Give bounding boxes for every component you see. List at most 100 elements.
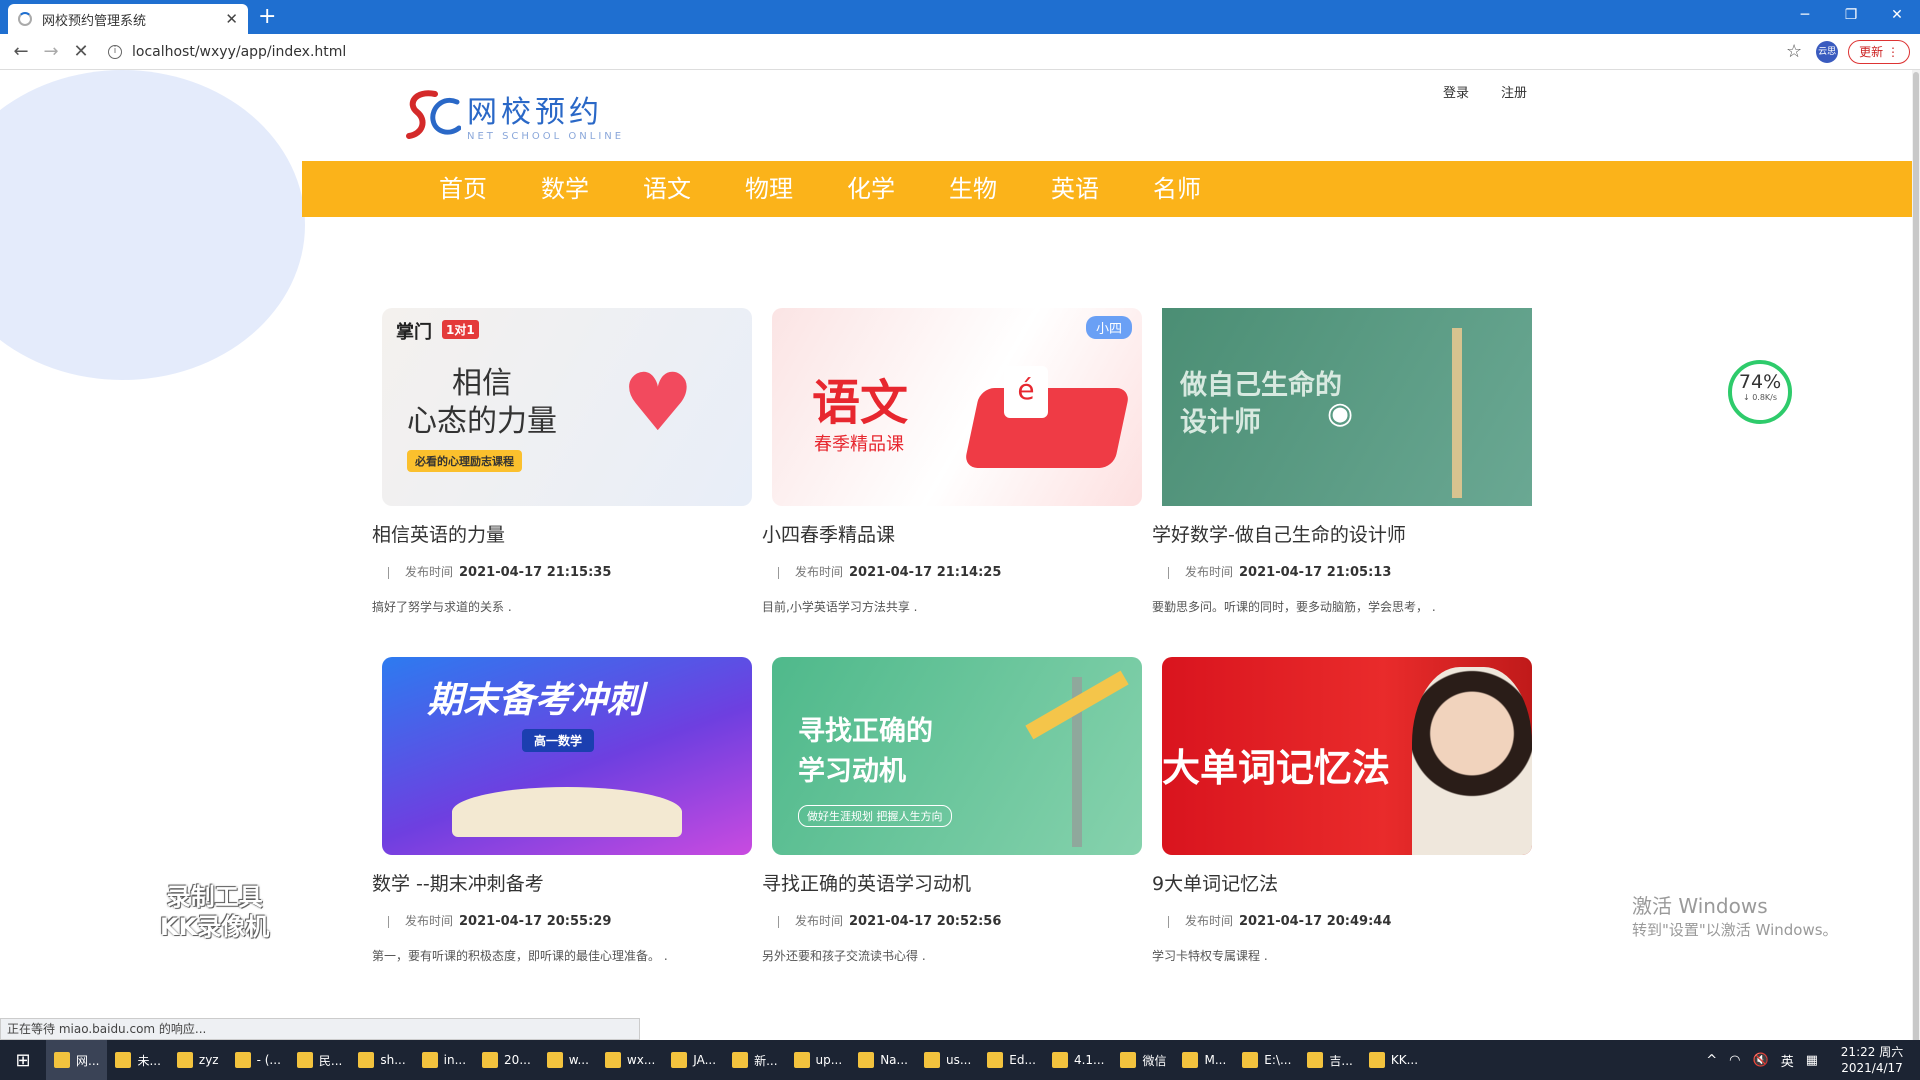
course-card[interactable]: 做自己生命的 设计师 ◉ 学好数学-做自己生命的设计师 发布时间 2021-04-… [1152, 308, 1532, 615]
course-title[interactable]: 相信英语的力量 [372, 520, 752, 547]
browser-tab[interactable]: 网校预约管理系统 ✕ [8, 4, 248, 34]
publish-meta: 发布时间 2021-04-17 21:05:13 [1152, 563, 1532, 580]
taskbar-item[interactable]: up... [786, 1040, 851, 1080]
restore-icon[interactable]: ❐ [1828, 0, 1874, 30]
taskbar-item[interactable]: M... [1174, 1040, 1234, 1080]
new-tab-icon[interactable]: + [258, 4, 276, 30]
extension-avatar-icon[interactable]: 云思 [1816, 40, 1839, 63]
close-tab-icon[interactable]: ✕ [225, 10, 238, 28]
taskbar-item[interactable]: wx... [597, 1040, 663, 1080]
course-card[interactable]: 掌门 1对1 相信 心态的力量 必看的心理励志课程 ♥ 相信英语的力量 发布时间… [372, 308, 752, 615]
thumb-brand: 掌门 [396, 322, 432, 343]
course-thumbnail[interactable]: 做自己生命的 设计师 ◉ [1162, 308, 1532, 506]
taskbar-item[interactable]: JA... [663, 1040, 724, 1080]
nav-item-physics[interactable]: 物理 [718, 161, 820, 217]
course-card[interactable]: 期末备考冲刺 高一数学 数学 --期末冲刺备考 发布时间 2021-04-17 2… [372, 657, 752, 964]
update-button[interactable]: 更新 ⋮ [1848, 39, 1910, 64]
site-logo[interactable]: 网校预约 NET SCHOOL ONLINE [405, 86, 624, 142]
taskbar-item[interactable]: in... [414, 1040, 474, 1080]
taskbar-clock[interactable]: 21:22 周六 2021/4/17 [1832, 1044, 1912, 1076]
recorder-watermark: 录制工具 KK录像机 [160, 882, 269, 942]
course-title[interactable]: 学好数学-做自己生命的设计师 [1152, 520, 1532, 547]
course-title[interactable]: 9大单词记忆法 [1152, 869, 1532, 896]
speed-percent: 74% [1738, 371, 1782, 393]
close-window-icon[interactable]: ✕ [1874, 0, 1920, 30]
course-card[interactable]: 大单词记忆法 9大单词记忆法 发布时间 2021-04-17 20:49:44 学… [1152, 657, 1532, 964]
app-icon [923, 1052, 940, 1068]
thumb-tag: 做好生涯规划 把握人生方向 [798, 805, 952, 827]
windows-taskbar: ⊞ 网... 未... zyz - (... 民... sh... in... 20... w.… [0, 1040, 1920, 1080]
taskbar-item[interactable]: us... [916, 1040, 979, 1080]
taskbar-item[interactable]: E:\... [1234, 1040, 1299, 1080]
taskbar-item[interactable]: 民... [289, 1040, 350, 1080]
course-thumbnail[interactable]: 大单词记忆法 [1162, 657, 1532, 855]
taskbar-item[interactable]: KK... [1361, 1040, 1426, 1080]
stop-loading-icon[interactable]: ✕ [66, 41, 96, 62]
taskbar-item[interactable]: 未... [107, 1040, 168, 1080]
taskbar-item[interactable]: w... [539, 1040, 597, 1080]
course-title[interactable]: 数学 --期末冲刺备考 [372, 869, 752, 896]
taskbar-item-label: 20... [504, 1053, 531, 1067]
publish-time: 2021-04-17 20:49:44 [1239, 914, 1392, 929]
nav-item-teachers[interactable]: 名师 [1126, 161, 1228, 217]
app-icon [1242, 1052, 1259, 1068]
publish-time: 2021-04-17 20:55:29 [459, 914, 612, 929]
minimize-icon[interactable]: ─ [1782, 0, 1828, 30]
course-card[interactable]: 寻找正确的 学习动机 做好生涯规划 把握人生方向 寻找正确的英语学习动机 发布时… [762, 657, 1142, 964]
url-field[interactable]: i localhost/wxyy/app/index.html [108, 39, 1786, 65]
signpost-icon [1452, 328, 1462, 498]
nav-item-home[interactable]: 首页 [412, 161, 514, 217]
app-icon [604, 1052, 621, 1068]
app-icon [358, 1052, 375, 1068]
taskbar-item-label: E:\... [1264, 1053, 1292, 1067]
network-speed-widget[interactable]: 74% ↓ 0.8K/s [1728, 360, 1792, 424]
ime-indicator[interactable]: 英 [1781, 1051, 1794, 1070]
taskbar-item-label: - (... [256, 1053, 281, 1067]
taskbar-item[interactable]: 网... [46, 1040, 108, 1080]
scrollbar-thumb[interactable] [1913, 72, 1919, 1052]
course-desc: 搞好了努学与求道的关系 . [372, 600, 512, 614]
taskbar-item[interactable]: 吉... [1299, 1040, 1360, 1080]
nav-item-math[interactable]: 数学 [514, 161, 616, 217]
taskbar-item[interactable]: Ed... [979, 1040, 1044, 1080]
volume-icon[interactable]: 🔇 [1753, 1053, 1769, 1068]
taskbar-item[interactable]: zyz [169, 1040, 227, 1080]
course-thumbnail[interactable]: 掌门 1对1 相信 心态的力量 必看的心理励志课程 ♥ [382, 308, 752, 506]
nav-item-biology[interactable]: 生物 [922, 161, 1024, 217]
app-icon [1051, 1052, 1068, 1068]
thumb-tag: 必看的心理励志课程 [407, 450, 522, 472]
course-card[interactable]: 小四 语文 春季精品课 é 小四春季精品课 发布时间 2021-04-17 21:… [762, 308, 1142, 615]
tray-expand-icon[interactable]: ^ [1706, 1053, 1717, 1068]
network-icon[interactable]: ◠ [1729, 1053, 1740, 1068]
publish-meta: 发布时间 2021-04-17 20:52:56 [762, 912, 1142, 929]
course-thumbnail[interactable]: 期末备考冲刺 高一数学 [382, 657, 752, 855]
back-icon[interactable]: ← [6, 41, 36, 62]
course-title[interactable]: 小四春季精品课 [762, 520, 1142, 547]
windows-start-icon[interactable]: ⊞ [0, 1050, 46, 1071]
register-link[interactable]: 注册 [1501, 82, 1527, 101]
course-thumbnail[interactable]: 寻找正确的 学习动机 做好生涯规划 把握人生方向 [772, 657, 1142, 855]
page-scrollbar[interactable] [1912, 70, 1920, 1052]
course-desc: 第一，要有听课的积极态度，即听课的最佳心理准备。 . [372, 949, 668, 963]
course-thumbnail[interactable]: 小四 语文 春季精品课 é [772, 308, 1142, 506]
taskbar-item-label: JA... [693, 1053, 717, 1067]
taskbar-item[interactable]: 微信 [1112, 1040, 1174, 1080]
taskbar-item[interactable]: 新... [724, 1040, 785, 1080]
nav-item-chemistry[interactable]: 化学 [820, 161, 922, 217]
taskbar-item-label: up... [815, 1053, 843, 1067]
app-icon [732, 1052, 749, 1068]
main-nav: 首页 数学 语文 物理 化学 生物 英语 名师 [302, 161, 1912, 217]
taskbar-item[interactable]: 4.1... [1044, 1040, 1113, 1080]
keyboard-icon[interactable]: ▦ [1806, 1053, 1818, 1068]
bookmark-star-icon[interactable]: ☆ [1786, 41, 1802, 62]
taskbar-item[interactable]: Na... [850, 1040, 916, 1080]
forward-icon[interactable]: → [36, 41, 66, 62]
course-title[interactable]: 寻找正确的英语学习动机 [762, 869, 1142, 896]
nav-item-english[interactable]: 英语 [1024, 161, 1126, 217]
taskbar-item[interactable]: 20... [474, 1040, 539, 1080]
taskbar-item[interactable]: - (... [227, 1040, 289, 1080]
taskbar-item[interactable]: sh... [350, 1040, 413, 1080]
login-link[interactable]: 登录 [1443, 82, 1469, 101]
nav-item-chinese[interactable]: 语文 [616, 161, 718, 217]
info-icon[interactable]: i [108, 44, 122, 59]
